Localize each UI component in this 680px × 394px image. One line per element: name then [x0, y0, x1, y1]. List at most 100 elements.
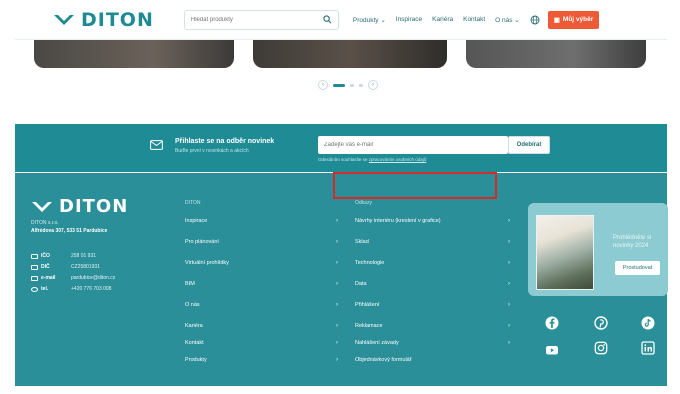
carousel-dot[interactable] — [359, 83, 363, 87]
carousel-dot[interactable] — [350, 83, 354, 87]
envelope-icon — [150, 140, 163, 150]
footer-link-label: Virtuální prohlídky — [185, 260, 229, 266]
privacy-link[interactable]: zpracováním osobních údajů — [369, 157, 427, 162]
nav-about[interactable]: O nás ⌄ — [495, 16, 520, 24]
logo-mark-icon — [32, 201, 52, 212]
footer-link[interactable]: Data › — [355, 281, 510, 287]
chevron-right-icon: › — [336, 340, 338, 346]
chevron-right-icon: › — [508, 239, 510, 245]
carousel-pager: ‹ › — [318, 80, 378, 90]
chevron-right-icon: › — [336, 281, 338, 287]
contact-email-link[interactable]: pardubice@diton.cz — [71, 275, 115, 281]
footer-col-heading: DITON — [185, 200, 201, 206]
footer-link[interactable]: Nahlášení závady › — [355, 340, 510, 346]
footer-logo[interactable]: DITON — [31, 196, 128, 217]
id-card-icon — [31, 253, 38, 259]
search-input[interactable] — [190, 16, 311, 23]
footer-link[interactable]: Pro plánování › — [185, 239, 338, 245]
footer-link-label: Reklamace — [355, 323, 383, 329]
promo-button[interactable]: Prostudovat — [615, 261, 660, 275]
chevron-right-icon: › — [336, 323, 338, 329]
footer-link-label: O nás — [185, 302, 200, 308]
my-selection-button[interactable]: ▣ Můj výběr — [547, 10, 600, 29]
bookmark-icon: ▣ — [553, 16, 560, 24]
chevron-right-icon: › — [508, 281, 510, 287]
contact-row: e-mail pardubice@diton.cz — [31, 275, 115, 281]
catalog-promo-card[interactable]: Prohlédněte si novinky 2024 Prostudovat — [528, 203, 668, 296]
carousel-prev-button[interactable]: ‹ — [318, 80, 328, 90]
id-card-icon — [31, 264, 38, 270]
footer-link[interactable]: Sklad › — [355, 239, 510, 245]
facebook-icon[interactable] — [545, 316, 559, 330]
catalog-cover-image — [536, 215, 594, 290]
newsletter-subtitle: Buďte první v novinkách a akcích — [175, 148, 249, 154]
contact-label: IČO — [41, 253, 50, 259]
inspiration-card-image[interactable] — [253, 40, 447, 68]
search-icon[interactable] — [323, 15, 332, 24]
footer-link-label: Technologie — [355, 260, 385, 266]
footer-link[interactable]: Reklamace › — [355, 323, 510, 329]
chevron-right-icon: › — [336, 302, 338, 308]
newsletter-subscribe-button[interactable]: Odebírat — [508, 136, 550, 154]
chevron-right-icon: › — [336, 239, 338, 245]
nav-career[interactable]: Kariéra — [432, 16, 453, 23]
footer-link[interactable]: Návrhy interiéru (kreslení v grafice) › — [355, 218, 510, 224]
instagram-icon[interactable] — [594, 341, 608, 355]
tiktok-icon[interactable] — [641, 316, 655, 330]
phone-icon — [31, 286, 38, 292]
pinterest-icon[interactable] — [594, 316, 608, 330]
footer-link[interactable]: Technologie › — [355, 260, 510, 266]
newsletter-title: Přihlaste se na odběr novinek — [175, 138, 275, 145]
company-address: Alfrédova 307, 533 51 Pardubice — [31, 228, 108, 234]
footer-link-label: Kontakt — [185, 340, 204, 346]
nav-inspiration[interactable]: Inspirace — [396, 16, 422, 23]
footer-link-label: Data — [355, 281, 367, 287]
order-form-link[interactable]: Objednávkový formulář — [355, 357, 510, 363]
globe-icon[interactable] — [530, 15, 540, 25]
inspiration-card-image[interactable] — [34, 40, 234, 68]
chevron-right-icon: › — [336, 218, 338, 224]
newsletter-email-input[interactable] — [318, 136, 508, 154]
chevron-right-icon: › — [508, 340, 510, 346]
contact-label: e-mail — [41, 275, 56, 281]
footer-link-label: Kariéra — [185, 323, 203, 329]
footer-link[interactable]: O nás › — [185, 302, 338, 308]
nav-contact[interactable]: Kontakt — [463, 16, 485, 23]
chevron-right-icon: › — [508, 260, 510, 266]
newsletter-consent-note: Odesláním souhlasíte se zpracováním osob… — [318, 157, 426, 162]
logo-text: DITON — [81, 8, 154, 31]
contact-label: DIČ — [41, 264, 50, 270]
footer-link[interactable]: Kontakt › — [185, 340, 338, 346]
carousel-dot[interactable] — [333, 83, 345, 87]
footer-link-label: Přihlášení — [355, 302, 380, 308]
mail-icon — [31, 275, 38, 281]
company-name: DITON s.r.o. — [31, 220, 59, 226]
my-selection-label: Můj výběr — [562, 16, 594, 23]
footer-link-label: Objednávkový formulář — [355, 357, 412, 363]
inspiration-card-image[interactable] — [466, 40, 646, 68]
footer-link-label: Návrhy interiéru (kreslení v grafice) — [355, 218, 441, 224]
footer-link[interactable]: Produkty › — [185, 357, 338, 363]
footer-link[interactable]: BIM › — [185, 281, 338, 287]
youtube-icon[interactable] — [545, 343, 559, 357]
logo[interactable]: DITON — [53, 9, 154, 31]
chevron-right-icon: › — [508, 323, 510, 329]
footer-link[interactable]: Přihlášení › — [355, 302, 510, 308]
main-nav: Produkty ⌄ Inspirace Kariéra Kontakt O n… — [353, 15, 540, 25]
chevron-right-icon: › — [336, 260, 338, 266]
linkedin-icon[interactable] — [641, 341, 655, 355]
footer-link-label: Inspirace — [185, 218, 208, 224]
footer-col-heading: Odkazy — [355, 200, 372, 206]
nav-products[interactable]: Produkty ⌄ — [353, 16, 386, 24]
promo-text: Prohlédněte si novinky 2024 — [613, 235, 652, 249]
footer-link[interactable]: Inspirace › — [185, 218, 338, 224]
footer-logo-text: DITON — [59, 196, 129, 217]
footer-link[interactable]: Kariéra › — [185, 323, 338, 329]
contact-row: IČO 258 01 931 — [31, 253, 96, 259]
footer-link-label: Nahlášení závady — [355, 340, 399, 346]
search-box[interactable] — [183, 9, 339, 30]
footer-link[interactable]: Virtuální prohlídky › — [185, 260, 338, 266]
logo-mark-icon — [54, 14, 74, 25]
contact-phone-link[interactable]: +420 776 703 008 — [71, 286, 111, 292]
carousel-next-button[interactable]: › — [368, 80, 378, 90]
